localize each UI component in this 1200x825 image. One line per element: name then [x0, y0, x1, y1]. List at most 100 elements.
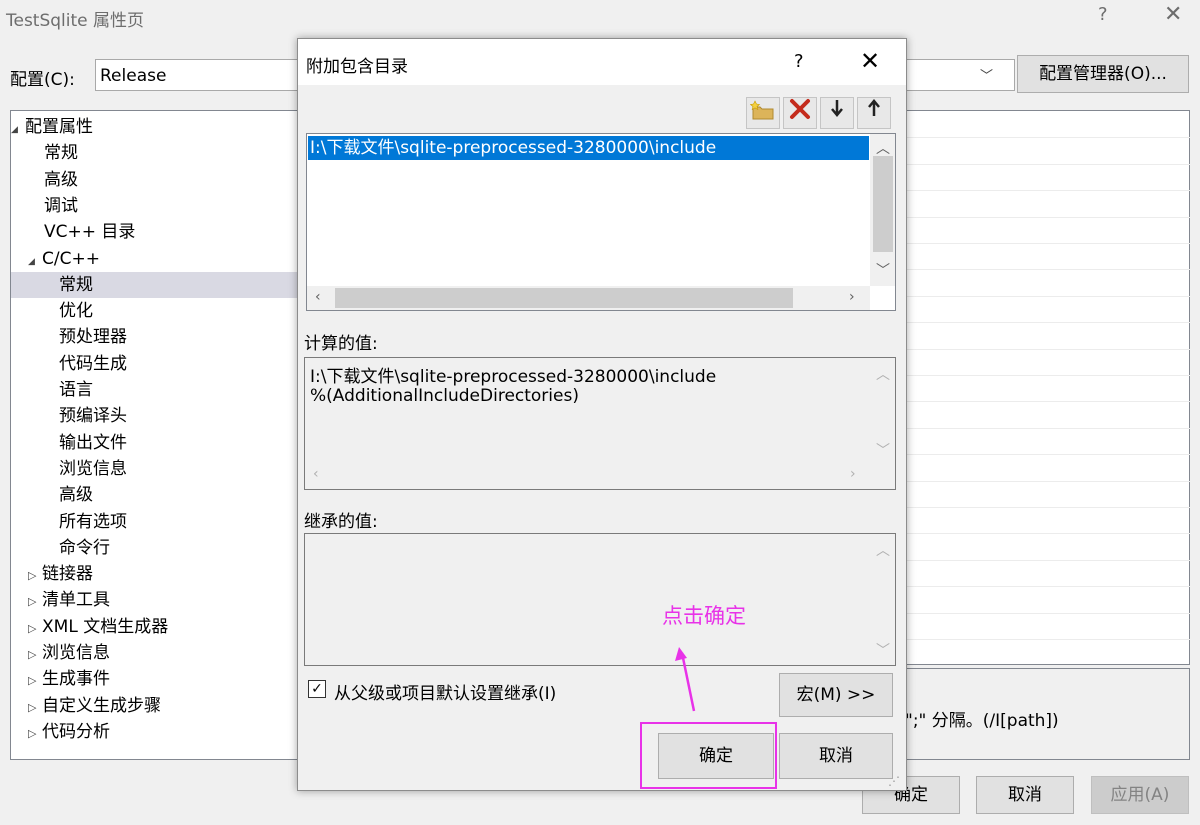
- directory-list[interactable]: I:\下载文件\sqlite-preprocessed-3280000\incl…: [306, 133, 896, 311]
- tree-item[interactable]: ▷ 自定义生成步骤: [11, 693, 309, 719]
- arrow-up-icon[interactable]: [857, 97, 891, 129]
- grid-row-divider: [895, 401, 1190, 403]
- tree-item-label: 自定义生成步骤: [42, 695, 161, 716]
- calculated-label: 计算的值:: [304, 334, 378, 354]
- tree-item[interactable]: ▷ XML 文档生成器: [11, 614, 309, 640]
- tree-item[interactable]: 优化: [11, 298, 309, 324]
- tree-item[interactable]: 输出文件: [11, 430, 309, 456]
- new-folder-icon[interactable]: [746, 97, 780, 129]
- tree-item-label: 语言: [59, 380, 93, 400]
- tree-item[interactable]: ◢ 配置属性: [11, 114, 309, 140]
- grid-row-divider: [895, 322, 1190, 324]
- tree-item-label: 配置属性: [25, 117, 93, 137]
- tree-item-label: 优化: [59, 301, 93, 322]
- tree-item[interactable]: ▷ 链接器: [11, 561, 309, 587]
- grid-row-divider: [895, 639, 1190, 640]
- expanded-triangle-icon[interactable]: ◢: [11, 117, 25, 143]
- dialog-close-icon[interactable]: ✕: [860, 47, 880, 75]
- grid-row-divider: [895, 586, 1190, 588]
- collapsed-triangle-icon[interactable]: ▷: [28, 589, 42, 615]
- grid-row-divider: [895, 533, 1190, 535]
- collapsed-triangle-icon[interactable]: ▷: [28, 721, 42, 747]
- tree-item[interactable]: 所有选项: [11, 509, 309, 535]
- tree-item-label: VC++ 目录: [44, 222, 136, 243]
- grid-row-divider: [895, 295, 1190, 297]
- collapsed-triangle-icon[interactable]: ▷: [28, 642, 42, 668]
- delete-icon-graphic: [790, 99, 810, 119]
- tree-item[interactable]: ▷ 代码分析: [11, 719, 309, 745]
- resize-grip-icon[interactable]: ⋰: [888, 774, 900, 788]
- tree-item[interactable]: 高级: [11, 167, 309, 193]
- collapsed-triangle-icon[interactable]: ▷: [28, 695, 42, 721]
- tree-item[interactable]: 浏览信息: [11, 456, 309, 482]
- scrollbar-thumb[interactable]: [873, 156, 893, 252]
- grid-row-divider: [895, 190, 1190, 192]
- grid-row-divider: [895, 348, 1190, 350]
- tree-item[interactable]: ◢ C/C++: [11, 246, 309, 272]
- expanded-triangle-icon[interactable]: ◢: [28, 249, 42, 275]
- cancel-button[interactable]: 取消: [976, 776, 1074, 814]
- list-item[interactable]: I:\下载文件\sqlite-preprocessed-3280000\incl…: [308, 136, 869, 160]
- config-select-value: Release: [100, 66, 167, 86]
- arrow-down-icon-graphic: [831, 100, 843, 117]
- tree-item-label: 调试: [44, 195, 78, 216]
- tree-item-label: C/C++: [42, 248, 100, 269]
- tree-item-label: 所有选项: [59, 511, 127, 532]
- tree-item-label: 高级: [59, 485, 93, 506]
- tree-item[interactable]: ▷ 浏览信息: [11, 640, 309, 666]
- tree-item[interactable]: 常规: [11, 140, 309, 166]
- tree-item[interactable]: 预处理器: [11, 324, 309, 350]
- collapsed-triangle-icon[interactable]: ▷: [28, 668, 42, 694]
- tree-item-label: 链接器: [42, 564, 93, 585]
- tree-item[interactable]: 调试: [11, 193, 309, 219]
- grid-row-divider: [895, 507, 1190, 508]
- dialog-ok-button[interactable]: 确定: [658, 733, 774, 779]
- tree-item[interactable]: 代码生成: [11, 351, 309, 377]
- dialog-title: 附加包含目录: [306, 57, 408, 77]
- include-directories-dialog: 附加包含目录 ? ✕ I:\下载文件\sqlite-preprocessed-3…: [297, 38, 907, 791]
- arrow-up-icon-graphic: [868, 99, 880, 116]
- collapsed-triangle-icon[interactable]: ▷: [28, 563, 42, 589]
- tree-item[interactable]: 预编译头: [11, 403, 309, 429]
- tree-item[interactable]: 命令行: [11, 535, 309, 561]
- grid-row-divider: [895, 427, 1190, 429]
- chevron-down-icon[interactable]: ﹀: [980, 65, 993, 84]
- tree-item[interactable]: VC++ 目录: [11, 219, 309, 245]
- tree-item-label: 输出文件: [59, 432, 127, 453]
- scrollbar-thumb[interactable]: [335, 288, 793, 308]
- tree-item-label: 代码分析: [42, 721, 110, 742]
- arrow-down-icon[interactable]: [820, 97, 854, 129]
- scroll-right-icon: ›: [850, 466, 856, 482]
- scroll-up-icon[interactable]: ︿: [876, 138, 890, 158]
- annotation-arrow: [675, 647, 696, 712]
- inherit-checkbox-label[interactable]: 从父级或项目默认设置继承(I): [334, 679, 556, 704]
- macro-button[interactable]: 宏(M) >>: [779, 673, 893, 717]
- tree-item[interactable]: ▷ 生成事件: [11, 666, 309, 692]
- dialog-help-icon[interactable]: ?: [794, 51, 804, 72]
- help-icon[interactable]: ?: [1098, 4, 1108, 25]
- delete-icon[interactable]: [783, 97, 817, 129]
- scroll-down-icon[interactable]: ﹀: [876, 260, 890, 280]
- tree-item-label: 预编译头: [59, 406, 127, 427]
- tree-item-label: 常规: [59, 274, 93, 295]
- tree-item-label: 命令行: [59, 537, 110, 558]
- collapsed-triangle-icon[interactable]: ▷: [28, 616, 42, 642]
- close-icon[interactable]: ✕: [1164, 2, 1182, 27]
- tree-item[interactable]: 语言: [11, 377, 309, 403]
- tree-item[interactable]: ▷ 清单工具: [11, 587, 309, 613]
- window-title: TestSqlite 属性页: [6, 11, 145, 31]
- config-manager-button[interactable]: 配置管理器(O)...: [1017, 55, 1189, 93]
- tree-item-label: 生成事件: [42, 669, 110, 690]
- tree-item-label: 高级: [44, 169, 78, 190]
- scroll-left-icon[interactable]: ‹: [315, 289, 321, 305]
- tree-item[interactable]: 常规: [11, 271, 309, 298]
- calculated-value: I:\下载文件\sqlite-preprocessed-3280000\incl…: [310, 367, 717, 387]
- tree-item[interactable]: 高级: [11, 482, 309, 508]
- tree-item-label: 常规: [44, 143, 78, 164]
- grid-row-divider: [895, 243, 1190, 244]
- inherit-checkbox[interactable]: ✓: [308, 680, 326, 698]
- scroll-right-icon[interactable]: ›: [849, 289, 855, 305]
- scroll-up-icon: ︿: [876, 367, 890, 383]
- apply-button[interactable]: 应用(A): [1091, 776, 1189, 814]
- dialog-cancel-button[interactable]: 取消: [779, 733, 893, 779]
